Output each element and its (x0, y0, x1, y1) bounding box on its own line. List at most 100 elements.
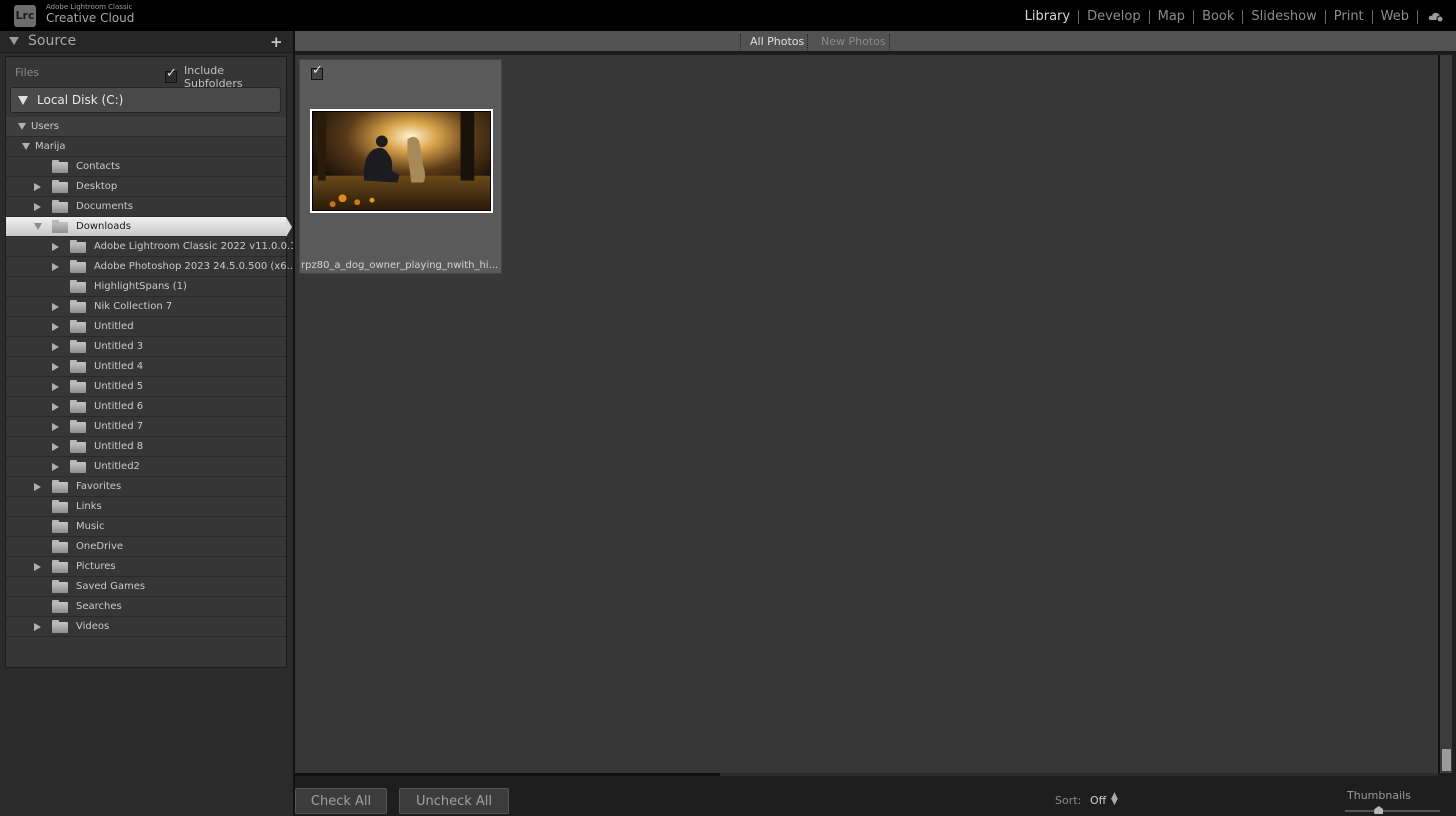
module-book[interactable]: Book (1194, 9, 1242, 24)
folder-row-untitled-7[interactable]: Untitled 7 (6, 417, 286, 437)
expand-right-icon[interactable] (34, 483, 41, 491)
vertical-scrollbar[interactable] (1438, 55, 1452, 773)
module-slideshow[interactable]: Slideshow (1243, 9, 1324, 24)
expand-right-icon[interactable] (52, 323, 59, 331)
folder-row-contacts[interactable]: Contacts (6, 157, 286, 177)
folder-row-untitled-3[interactable]: Untitled 3 (6, 337, 286, 357)
folder-name: OneDrive (76, 541, 124, 552)
folder-row-adobe-lightroom-classic-2022-v11-0-0-1[interactable]: Adobe Lightroom Classic 2022 v11.0.0.1..… (6, 237, 306, 257)
folder-row-links[interactable]: Links (6, 497, 286, 517)
bottom-toolbar: Check All Uncheck All Sort: Off ▲ ▼ Thumb… (295, 776, 1456, 816)
source-panel-header[interactable]: Source + (0, 31, 293, 53)
slider-handle[interactable] (1374, 806, 1384, 814)
folder-icon (52, 600, 68, 613)
folder-icon (52, 220, 68, 233)
expand-down-icon[interactable] (18, 95, 28, 105)
tab-new-photos[interactable]: New Photos (821, 35, 886, 48)
folder-icon (52, 500, 68, 513)
folder-row-users[interactable]: Users (6, 117, 286, 137)
folder-row-untitled-6[interactable]: Untitled 6 (6, 397, 286, 417)
expand-right-icon[interactable] (52, 303, 59, 311)
folder-icon (70, 320, 86, 333)
expand-right-icon[interactable] (52, 463, 59, 471)
add-source-icon[interactable]: + (270, 33, 283, 51)
scrollbar-thumb[interactable] (1442, 749, 1451, 771)
folder-row-marija[interactable]: Marija (6, 137, 286, 157)
expand-right-icon[interactable] (52, 263, 59, 271)
checkbox-checked-icon[interactable] (165, 66, 177, 83)
folder-row-pictures[interactable]: Pictures (6, 557, 286, 577)
folder-row-documents[interactable]: Documents (6, 197, 286, 217)
folder-name: Music (76, 521, 105, 532)
folder-row-favorites[interactable]: Favorites (6, 477, 286, 497)
brand-subtitle: Adobe Lightroom Classic (46, 3, 133, 11)
folder-row-nik-collection-7[interactable]: Nik Collection 7 (6, 297, 286, 317)
folder-name: Untitled 8 (94, 441, 144, 452)
sort-label: Sort: (1055, 794, 1082, 807)
expand-right-icon[interactable] (52, 423, 59, 431)
expand-right-icon[interactable] (52, 443, 59, 451)
expand-right-icon[interactable] (34, 183, 41, 191)
expand-right-icon[interactable] (52, 403, 59, 411)
brand-title: Creative Cloud (46, 11, 135, 25)
separator (740, 34, 741, 50)
folder-name: HighlightSpans (1) (94, 281, 187, 292)
folder-icon (52, 580, 68, 593)
sort-updown-icon[interactable]: ▲ ▼ (1111, 792, 1118, 807)
folder-row-adobe-photoshop-2023-24-5-0-500-x6[interactable]: Adobe Photoshop 2023 24.5.0.500 (x6... (6, 257, 296, 277)
expand-down-icon[interactable] (34, 223, 42, 230)
folder-row-untitled-5[interactable]: Untitled 5 (6, 377, 286, 397)
folder-row-untitled-8[interactable]: Untitled 8 (6, 437, 286, 457)
expand-right-icon[interactable] (52, 343, 59, 351)
folder-name: Untitled 3 (94, 341, 144, 352)
volume-local-disk[interactable]: Local Disk (C:) (10, 87, 281, 113)
module-print[interactable]: Print (1326, 9, 1372, 24)
folder-name: Untitled2 (94, 461, 140, 472)
cloud-sync-icon[interactable] (1428, 10, 1444, 22)
folder-icon (52, 180, 68, 193)
folder-name: Users (31, 121, 60, 132)
expand-right-icon[interactable] (52, 383, 59, 391)
module-web[interactable]: Web (1373, 9, 1417, 24)
folder-row-music[interactable]: Music (6, 517, 286, 537)
folder-name: Marija (35, 141, 66, 152)
module-map[interactable]: Map (1150, 9, 1193, 24)
expand-right-icon[interactable] (34, 563, 41, 571)
expand-down-icon[interactable] (22, 143, 30, 150)
folder-name: Untitled 4 (94, 361, 144, 372)
lightroom-logo: Lrc (14, 5, 36, 27)
check-all-button[interactable]: Check All (295, 788, 387, 814)
thumbnails-label: Thumbnails (1347, 789, 1411, 802)
expand-right-icon[interactable] (52, 243, 59, 251)
folder-row-searches[interactable]: Searches (6, 597, 286, 617)
folder-row-highlightspans-1[interactable]: HighlightSpans (1) (6, 277, 286, 297)
expand-right-icon[interactable] (52, 363, 59, 371)
folder-icon (70, 400, 86, 413)
expand-right-icon[interactable] (34, 203, 41, 211)
folder-row-saved-games[interactable]: Saved Games (6, 577, 286, 597)
folder-row-onedrive[interactable]: OneDrive (6, 537, 286, 557)
module-library[interactable]: Library (1017, 9, 1078, 24)
photo-cell[interactable]: rpz80_a_dog_owner_playing_nwith_hi... (299, 59, 502, 274)
folder-icon (52, 200, 68, 213)
expand-right-icon[interactable] (34, 623, 41, 631)
collapse-triangle-icon[interactable] (9, 37, 19, 45)
tab-all-photos[interactable]: All Photos (750, 35, 804, 48)
sort-dropdown[interactable]: Off (1090, 794, 1106, 807)
folder-row-untitled[interactable]: Untitled (6, 317, 286, 337)
folder-icon (70, 300, 86, 313)
expand-down-icon[interactable] (18, 123, 26, 130)
folder-name: Nik Collection 7 (94, 301, 173, 312)
photo-thumbnail[interactable] (310, 109, 493, 213)
volume-label: Local Disk (C:) (37, 93, 124, 107)
module-develop[interactable]: Develop (1079, 9, 1149, 24)
uncheck-all-button[interactable]: Uncheck All (399, 788, 509, 814)
folder-row-untitled2[interactable]: Untitled2 (6, 457, 286, 477)
folder-row-untitled-4[interactable]: Untitled 4 (6, 357, 286, 377)
folder-row-videos[interactable]: Videos (6, 617, 286, 637)
thumbnail-size-slider[interactable] (1345, 810, 1440, 812)
folder-row-desktop[interactable]: Desktop (6, 177, 286, 197)
filter-bar: All Photos New Photos (295, 31, 1456, 53)
folder-row-downloads[interactable]: Downloads (6, 217, 292, 237)
photo-checkbox[interactable] (311, 63, 323, 80)
